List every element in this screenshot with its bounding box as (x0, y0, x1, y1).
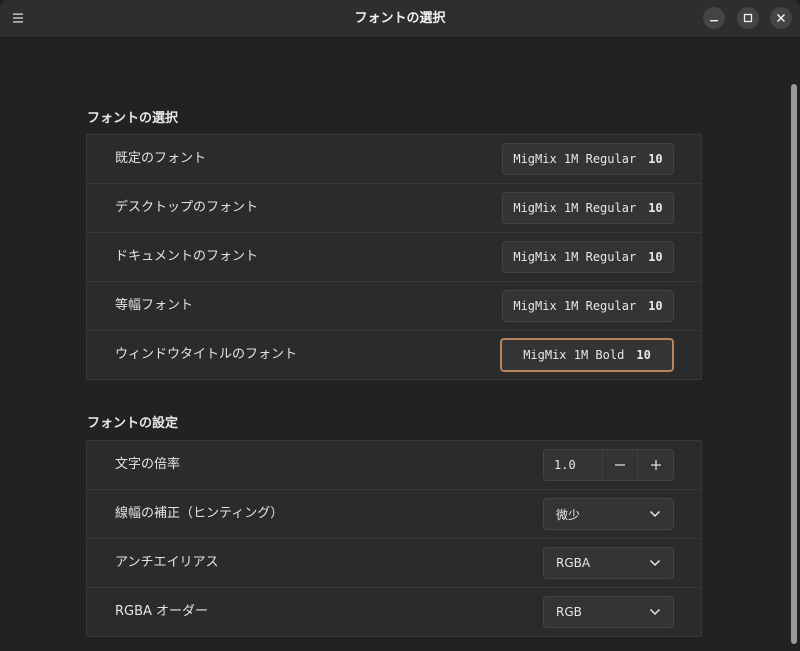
minus-icon (614, 464, 625, 466)
dropdown-value: 微少 (556, 507, 581, 522)
row-label: ドキュメントのフォント (115, 249, 259, 264)
titlebar: フォントの選択 (0, 0, 800, 38)
section-title-fonts: フォントの選択 (87, 111, 179, 126)
minimize-icon (710, 20, 718, 22)
row-hinting: 線幅の補正（ヒンティング） 微少 (87, 490, 701, 539)
minimize-button[interactable] (703, 7, 725, 29)
row-rgba-order: RGBA オーダー RGB (87, 588, 701, 636)
settings-list: 文字の倍率 1.0 線幅の補正（ヒンティング） 微少 アンチエイリアス RGBA… (86, 440, 702, 637)
scrollbar[interactable] (791, 84, 797, 644)
font-list: 既定のフォント MigMix 1M Regular 10 デスクトップのフォント… (86, 134, 702, 380)
font-size: 10 (636, 348, 651, 362)
chevron-down-icon (649, 559, 661, 567)
maximize-button[interactable] (737, 7, 759, 29)
monospace-font-button[interactable]: MigMix 1M Regular 10 (502, 290, 674, 322)
dropdown-value: RGBA (556, 556, 591, 570)
row-label: 文字の倍率 (115, 457, 181, 472)
font-name: MigMix 1M Regular (513, 250, 637, 264)
rgba-order-dropdown[interactable]: RGB (543, 596, 674, 628)
row-default-font: 既定のフォント MigMix 1M Regular 10 (87, 135, 701, 184)
row-scale: 文字の倍率 1.0 (87, 441, 701, 490)
document-font-button[interactable]: MigMix 1M Regular 10 (502, 241, 674, 273)
font-name: MigMix 1M Regular (513, 152, 637, 166)
plus-icon (650, 460, 661, 470)
maximize-icon (743, 13, 753, 23)
decrement-button[interactable] (601, 450, 638, 480)
font-size: 10 (648, 152, 663, 166)
row-label: RGBA オーダー (115, 604, 209, 619)
window-title: フォントの選択 (354, 11, 446, 26)
section-title-settings: フォントの設定 (87, 416, 179, 431)
content-area: フォントの選択 既定のフォント MigMix 1M Regular 10 デスク… (0, 38, 800, 651)
font-size: 10 (648, 250, 663, 264)
close-icon (776, 13, 786, 23)
row-document-font: ドキュメントのフォント MigMix 1M Regular 10 (87, 233, 701, 282)
scale-value[interactable]: 1.0 (544, 458, 602, 472)
font-name: MigMix 1M Bold (523, 348, 625, 362)
font-size: 10 (648, 299, 663, 313)
row-antialias: アンチエイリアス RGBA (87, 539, 701, 588)
row-desktop-font: デスクトップのフォント MigMix 1M Regular 10 (87, 184, 701, 233)
scale-spinbutton[interactable]: 1.0 (543, 449, 674, 481)
row-label: 線幅の補正（ヒンティング） (115, 506, 284, 521)
row-monospace-font: 等幅フォント MigMix 1M Regular 10 (87, 282, 701, 331)
row-label: 等幅フォント (115, 298, 194, 313)
increment-button[interactable] (637, 450, 673, 480)
row-label: 既定のフォント (115, 151, 207, 166)
font-settings-window: フォントの選択 フォントの選択 既定のフォント MigMix 1M Regula… (0, 0, 800, 651)
row-window-title-font: ウィンドウタイトルのフォント MigMix 1M Bold 10 (87, 331, 701, 379)
default-font-button[interactable]: MigMix 1M Regular 10 (502, 143, 674, 175)
dropdown-value: RGB (556, 605, 582, 619)
font-size: 10 (648, 201, 663, 215)
row-label: デスクトップのフォント (115, 200, 259, 215)
font-name: MigMix 1M Regular (513, 201, 637, 215)
window-title-font-button[interactable]: MigMix 1M Bold 10 (500, 338, 674, 372)
chevron-down-icon (649, 510, 661, 518)
close-button[interactable] (770, 7, 792, 29)
hinting-dropdown[interactable]: 微少 (543, 498, 674, 530)
font-name: MigMix 1M Regular (513, 299, 637, 313)
desktop-font-button[interactable]: MigMix 1M Regular 10 (502, 192, 674, 224)
antialias-dropdown[interactable]: RGBA (543, 547, 674, 579)
chevron-down-icon (649, 608, 661, 616)
row-label: ウィンドウタイトルのフォント (115, 347, 298, 362)
row-label: アンチエイリアス (115, 555, 219, 570)
